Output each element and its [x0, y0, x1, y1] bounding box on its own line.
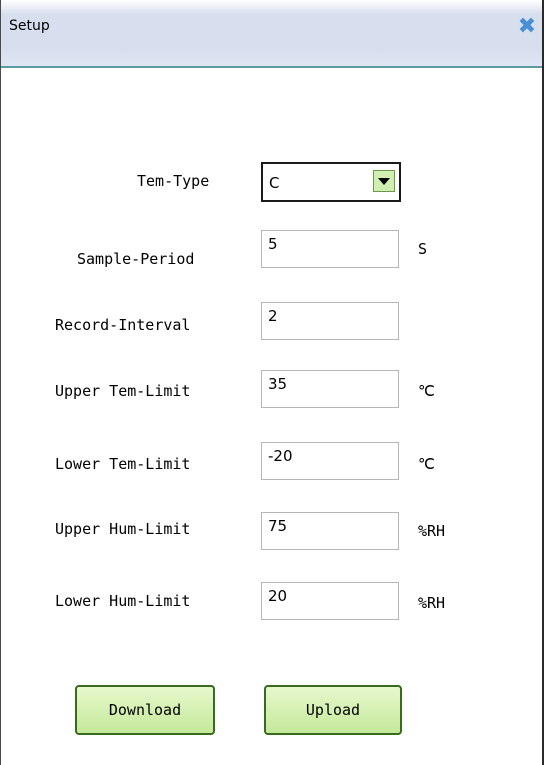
lower-tem-limit-unit: ℃ — [418, 455, 435, 473]
setup-dialog: Setup ✖ Tem-Type C Sample-Period 5 S Rec… — [0, 0, 544, 765]
sample-period-label: Sample-Period — [77, 250, 195, 268]
download-button[interactable]: Download — [75, 685, 215, 735]
sample-period-input[interactable]: 5 — [261, 230, 399, 268]
upper-hum-limit-label: Upper Hum-Limit — [55, 520, 191, 538]
upper-hum-limit-unit: %RH — [418, 522, 446, 540]
tem-type-label: Tem-Type — [137, 172, 210, 190]
upload-button[interactable]: Upload — [264, 685, 402, 735]
tem-type-value: C — [269, 174, 280, 192]
dropdown-arrow-icon[interactable] — [373, 170, 395, 192]
upper-tem-limit-label: Upper Tem-Limit — [55, 382, 191, 400]
close-icon[interactable]: ✖ — [516, 16, 538, 38]
tem-type-select[interactable]: C — [261, 162, 401, 202]
title-divider — [1, 66, 542, 68]
upper-tem-limit-input[interactable]: 35 — [261, 370, 399, 408]
upper-tem-limit-unit: ℃ — [418, 382, 435, 400]
lower-tem-limit-label: Lower Tem-Limit — [55, 455, 191, 473]
lower-hum-limit-label: Lower Hum-Limit — [55, 592, 191, 610]
record-interval-input[interactable]: 2 — [261, 302, 399, 340]
sample-period-unit: S — [418, 240, 428, 258]
lower-tem-limit-input[interactable]: -20 — [261, 442, 399, 480]
lower-hum-limit-input[interactable]: 20 — [261, 582, 399, 620]
record-interval-label: Record-Interval — [55, 316, 191, 334]
lower-hum-limit-unit: %RH — [418, 594, 446, 612]
window-title: Setup — [9, 18, 50, 34]
upper-hum-limit-input[interactable]: 75 — [261, 512, 399, 550]
title-bar: Setup ✖ — [1, 0, 542, 66]
